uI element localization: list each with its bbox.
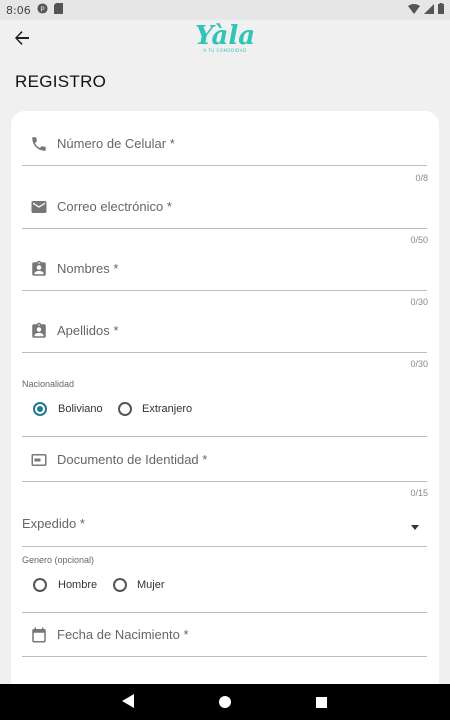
contact-badge-icon: [30, 260, 48, 278]
last-names-label: Apellidos *: [57, 323, 119, 338]
status-bar: 8:06 P: [0, 0, 450, 20]
yala-logo: Yàla A TU COMODIDAD: [190, 22, 260, 58]
calendar-icon: [30, 626, 48, 644]
back-button[interactable]: [10, 28, 34, 52]
id-document-counter: 0/15: [410, 488, 428, 498]
cast-icon: P: [37, 3, 48, 17]
phone-counter: 0/8: [415, 173, 428, 183]
last-names-counter: 0/30: [410, 359, 428, 369]
issued-in-select[interactable]: Expedido *: [22, 505, 427, 547]
sd-card-icon: [53, 3, 63, 17]
email-field[interactable]: Correo electrónico *: [22, 188, 427, 229]
radio-boliviano[interactable]: [33, 402, 47, 416]
registration-form-card: Número de Celular * 0/8 Correo electróni…: [11, 111, 439, 691]
nav-recents-button[interactable]: [301, 684, 341, 720]
radio-extranjero-label: Extranjero: [142, 403, 193, 415]
signal-icon: [424, 3, 434, 17]
back-triangle-icon: [122, 693, 134, 712]
first-names-field[interactable]: Nombres *: [22, 250, 427, 291]
nav-back-button[interactable]: [108, 684, 148, 720]
phone-field[interactable]: Número de Celular *: [22, 125, 427, 166]
app-bar: Yàla A TU COMODIDAD: [0, 20, 450, 60]
radio-extranjero[interactable]: [118, 402, 132, 416]
dropdown-arrow-icon: [411, 525, 419, 530]
radio-mujer[interactable]: [113, 578, 127, 592]
nationality-divider: [22, 436, 427, 437]
first-names-label: Nombres *: [57, 261, 119, 276]
nav-home-button[interactable]: [205, 684, 245, 720]
recents-square-icon: [315, 693, 327, 712]
page-title: REGISTRO: [15, 72, 107, 91]
gender-label: Genero (opcional): [22, 555, 95, 565]
phone-icon: [30, 135, 48, 153]
arrow-back-icon: [14, 30, 30, 50]
battery-icon: [438, 3, 444, 17]
home-circle-icon: [219, 693, 231, 712]
first-names-counter: 0/30: [410, 297, 428, 307]
phone-label: Número de Celular *: [57, 136, 175, 151]
radio-boliviano-label: Boliviano: [58, 403, 103, 415]
logo-text: Yàla: [194, 21, 256, 51]
id-card-icon: [30, 451, 48, 469]
email-counter: 0/50: [410, 235, 428, 245]
email-label: Correo electrónico *: [57, 199, 172, 214]
svg-text:P: P: [40, 4, 45, 13]
id-document-label: Documento de Identidad *: [57, 452, 208, 467]
wifi-icon: [408, 3, 420, 17]
birth-date-field[interactable]: Fecha de Nacimiento *: [22, 616, 427, 657]
id-document-field[interactable]: Documento de Identidad *: [22, 441, 427, 482]
system-nav-bar: [0, 684, 450, 720]
last-names-field[interactable]: Apellidos *: [22, 312, 427, 353]
contact-badge-icon: [30, 322, 48, 340]
gender-divider: [22, 612, 427, 613]
radio-hombre[interactable]: [33, 578, 47, 592]
email-icon: [30, 198, 48, 216]
nationality-label: Nacionalidad: [22, 379, 75, 389]
issued-in-label: Expedido *: [22, 516, 85, 531]
radio-hombre-label: Hombre: [58, 579, 98, 591]
status-time: 8:06: [6, 3, 31, 17]
birth-date-label: Fecha de Nacimiento *: [57, 627, 189, 642]
radio-mujer-label: Mujer: [137, 579, 165, 591]
